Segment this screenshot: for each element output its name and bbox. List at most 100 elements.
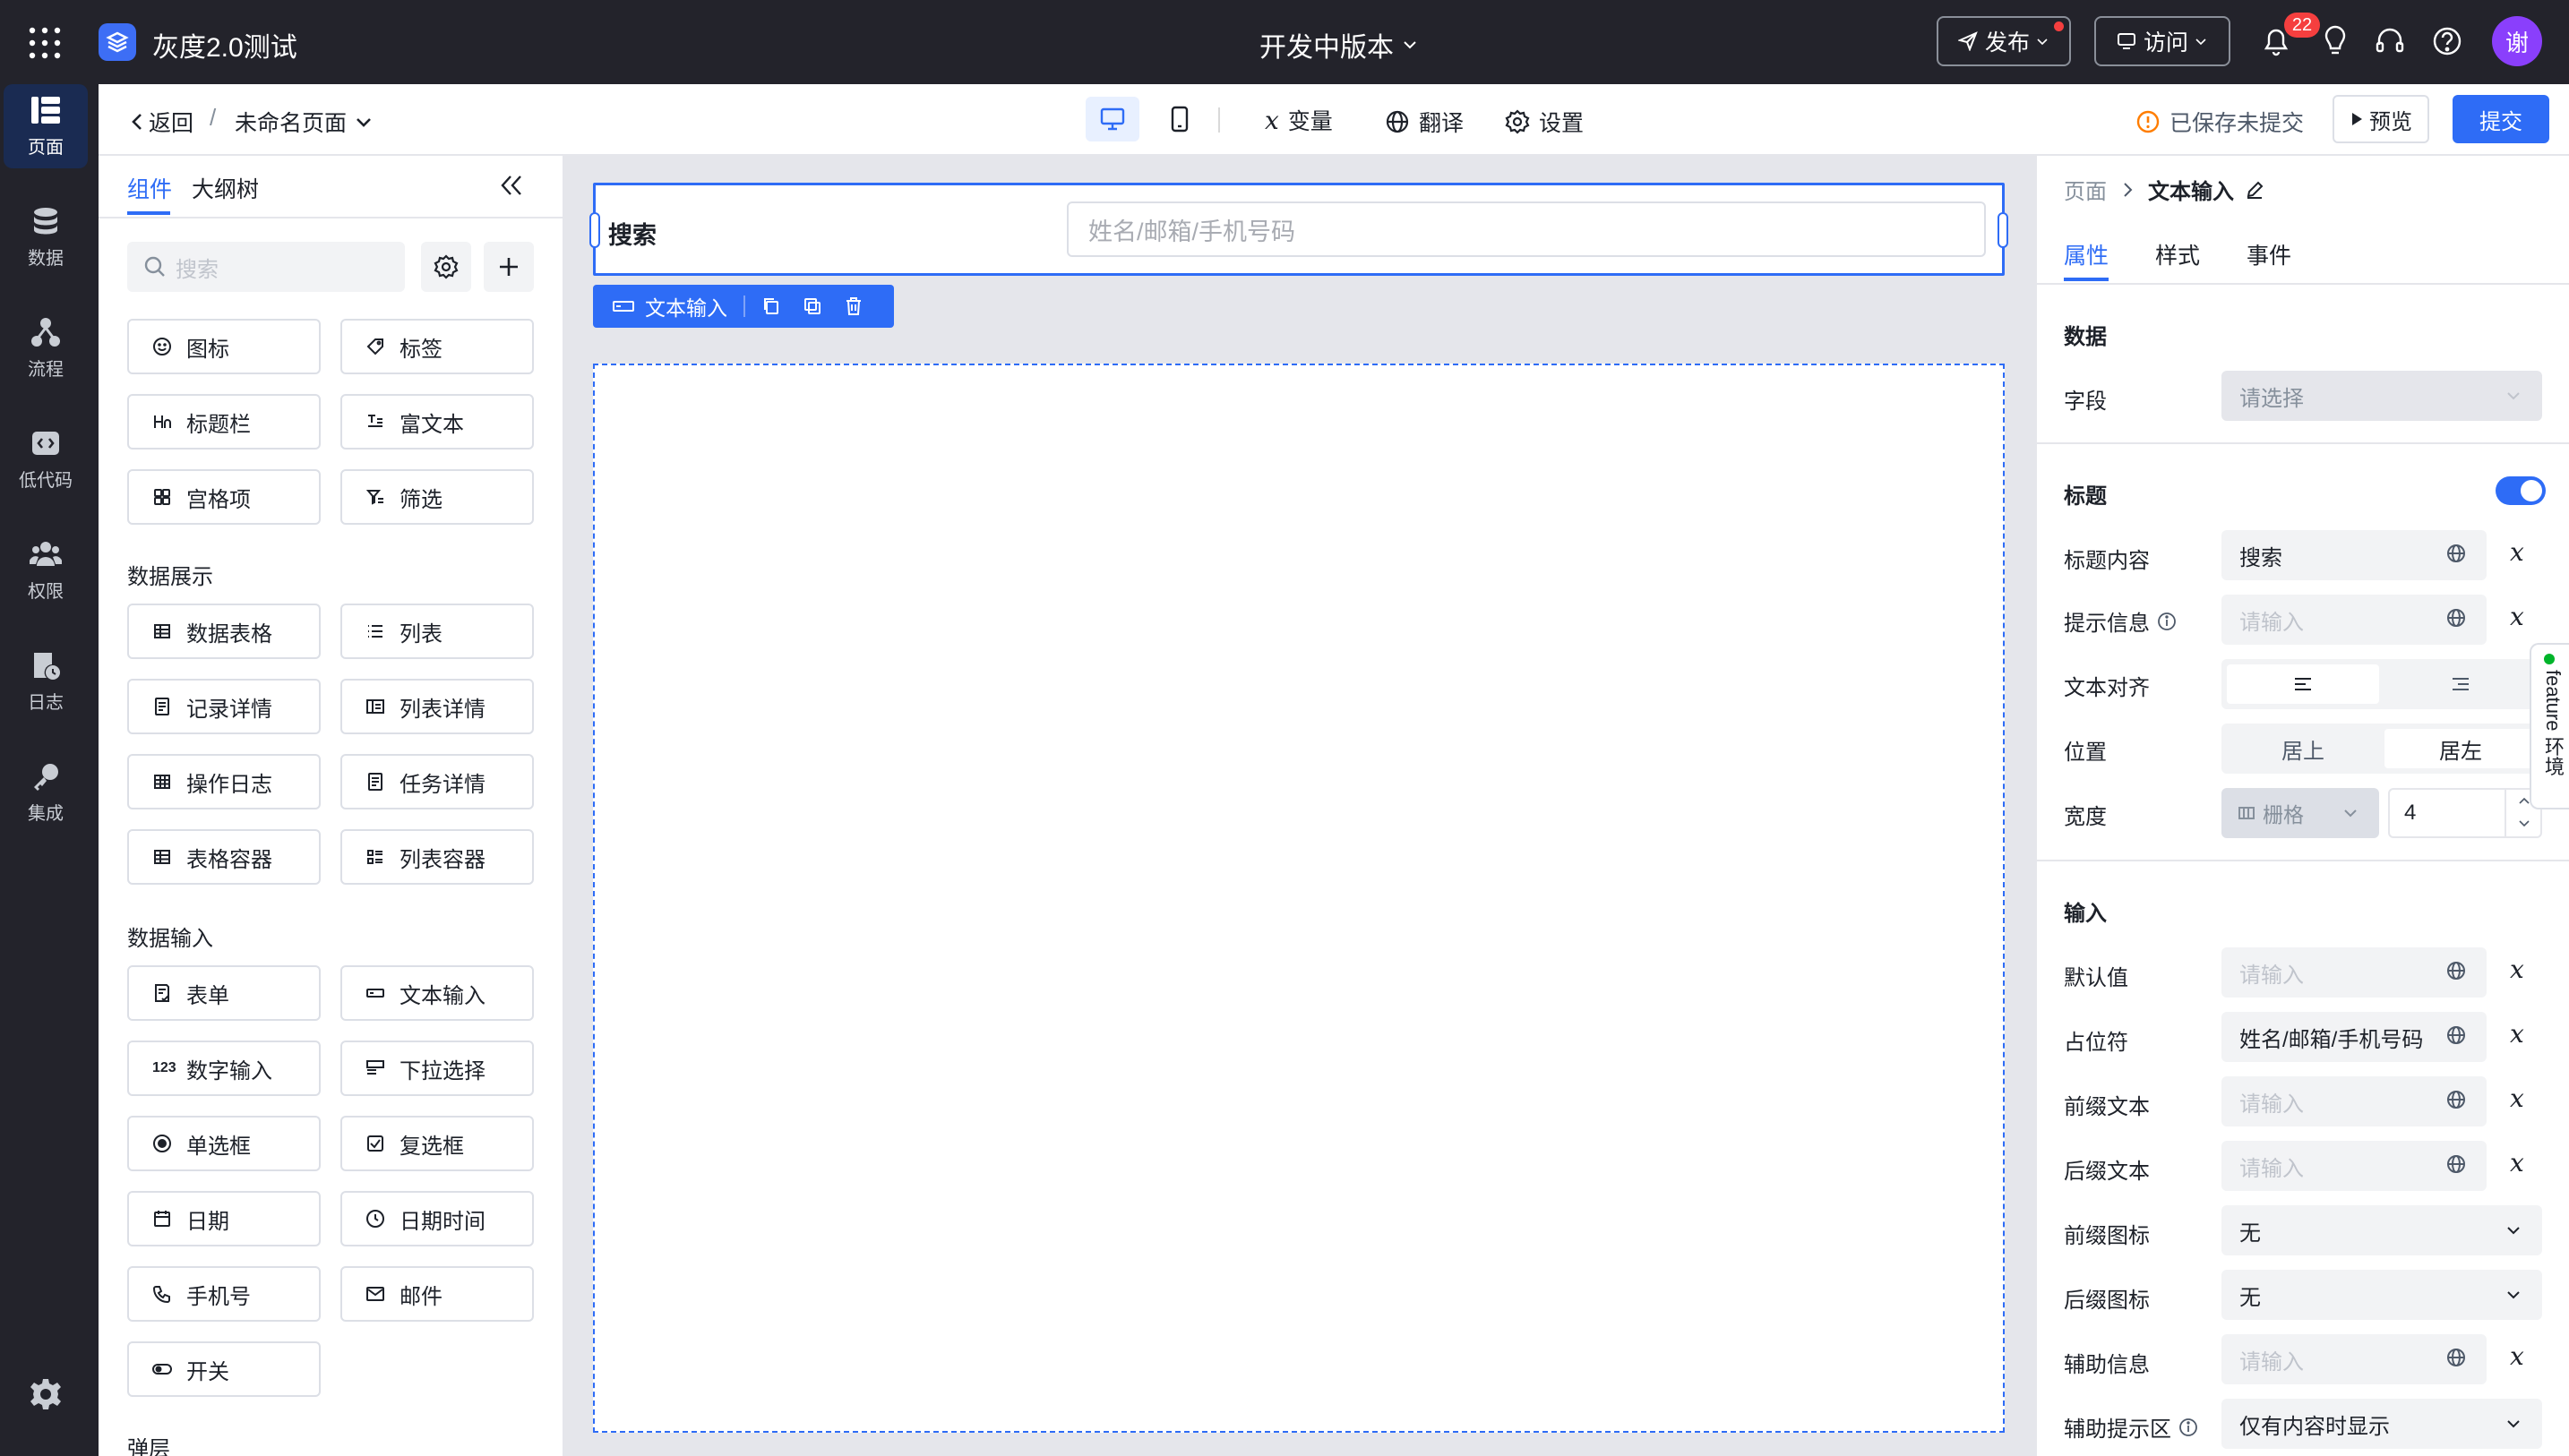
- nav-item-data[interactable]: 数据: [4, 195, 88, 279]
- canvas-drop-area[interactable]: [593, 364, 2005, 1433]
- placeholder-input[interactable]: 姓名/邮箱/手机号码: [2221, 1012, 2487, 1062]
- resize-handle-left[interactable]: [589, 212, 600, 248]
- mobile-view-button[interactable]: [1157, 97, 1202, 141]
- nav-item-permission[interactable]: 权限: [4, 528, 88, 612]
- nav-item-page[interactable]: 页面: [4, 84, 88, 168]
- component-table-container[interactable]: 表格容器: [127, 829, 321, 885]
- component-switch[interactable]: 开关: [127, 1341, 321, 1397]
- tab-events[interactable]: 事件: [2247, 238, 2291, 270]
- width-mode-select[interactable]: 栅格: [2221, 788, 2379, 838]
- duplicate-icon[interactable]: [803, 296, 822, 316]
- design-canvas[interactable]: 搜索 姓名/邮箱/手机号码 文本输入: [563, 156, 2035, 1456]
- selected-text-input-component[interactable]: 搜索 姓名/邮箱/手机号码: [589, 183, 2008, 276]
- component-email[interactable]: 邮件: [340, 1266, 534, 1322]
- delete-icon[interactable]: [844, 296, 863, 316]
- settings-button[interactable]: 设置: [1505, 106, 1584, 138]
- globe-icon[interactable]: [2445, 1024, 2469, 1048]
- component-filter[interactable]: 筛选: [340, 469, 534, 525]
- title-content-input[interactable]: 搜索: [2221, 530, 2487, 580]
- nav-item-log[interactable]: 日志: [4, 639, 88, 724]
- bulb-icon[interactable]: [2320, 25, 2350, 57]
- globe-icon[interactable]: [2445, 607, 2469, 630]
- tab-styles[interactable]: 样式: [2155, 238, 2200, 270]
- component-record-detail[interactable]: 记录详情: [127, 679, 321, 734]
- component-form[interactable]: 表单: [127, 965, 321, 1021]
- resize-handle-right[interactable]: [1998, 212, 2008, 248]
- visit-button[interactable]: 访问: [2094, 16, 2230, 66]
- tab-properties[interactable]: 属性: [2064, 238, 2109, 270]
- version-selector[interactable]: 开发中版本: [1259, 25, 1419, 64]
- component-search-input[interactable]: 搜索: [127, 242, 405, 292]
- aux-info-input[interactable]: 请输入: [2221, 1334, 2487, 1384]
- prefix-text-input[interactable]: 请输入: [2221, 1076, 2487, 1126]
- component-checkbox[interactable]: 复选框: [340, 1116, 534, 1171]
- chevron-down-icon[interactable]: [2517, 818, 2531, 829]
- suffix-text-input[interactable]: 请输入: [2221, 1141, 2487, 1191]
- publish-button[interactable]: 发布: [1937, 16, 2071, 66]
- page-name-selector[interactable]: 未命名页面: [235, 106, 374, 138]
- nav-item-lowcode[interactable]: 低代码: [4, 417, 88, 501]
- edit-icon[interactable]: [2245, 180, 2264, 200]
- title-toggle[interactable]: [2496, 476, 2546, 505]
- variable-icon[interactable]: 𝑥: [2510, 1019, 2524, 1049]
- position-left-option[interactable]: 居左: [2384, 729, 2537, 768]
- globe-icon[interactable]: [2445, 1089, 2469, 1112]
- component-grid-item[interactable]: 宫格项: [127, 469, 321, 525]
- variable-icon[interactable]: 𝑥: [2510, 1341, 2524, 1371]
- app-grid-icon[interactable]: [29, 27, 61, 59]
- field-select[interactable]: 请选择: [2221, 371, 2542, 421]
- component-phone[interactable]: 手机号: [127, 1266, 321, 1322]
- prefix-icon-select[interactable]: 无: [2221, 1205, 2542, 1255]
- variable-icon[interactable]: 𝑥: [2510, 602, 2524, 631]
- translate-button[interactable]: 翻译: [1385, 106, 1464, 138]
- component-dropdown-select[interactable]: 下拉选择: [340, 1041, 534, 1096]
- component-title-bar[interactable]: 标题栏: [127, 394, 321, 450]
- globe-icon[interactable]: [2445, 1347, 2469, 1370]
- globe-icon[interactable]: [2445, 543, 2469, 566]
- search-text-input[interactable]: 姓名/邮箱/手机号码: [1067, 201, 1986, 257]
- settings-gear-icon[interactable]: [29, 1377, 63, 1411]
- component-radio[interactable]: 单选框: [127, 1116, 321, 1171]
- default-value-input[interactable]: 请输入: [2221, 947, 2487, 998]
- suffix-icon-select[interactable]: 无: [2221, 1270, 2542, 1320]
- component-rich-text[interactable]: 富文本: [340, 394, 534, 450]
- tab-components[interactable]: 组件: [127, 172, 172, 204]
- align-right-option[interactable]: [2384, 664, 2537, 704]
- component-list-detail[interactable]: 列表详情: [340, 679, 534, 734]
- component-settings-button[interactable]: [421, 242, 471, 292]
- align-left-option[interactable]: [2227, 664, 2379, 704]
- component-date[interactable]: 日期: [127, 1191, 321, 1246]
- submit-button[interactable]: 提交: [2453, 95, 2549, 143]
- component-tag[interactable]: 标签: [340, 319, 534, 374]
- component-icon[interactable]: 图标: [127, 319, 321, 374]
- width-number-input[interactable]: 4: [2388, 788, 2542, 838]
- variable-icon[interactable]: 𝑥: [2510, 1083, 2524, 1113]
- back-button[interactable]: 返回: [129, 106, 193, 138]
- headset-icon[interactable]: [2374, 25, 2406, 57]
- variables-button[interactable]: 𝑥 变量: [1265, 104, 1333, 136]
- nav-item-integration[interactable]: 集成: [4, 750, 88, 835]
- globe-icon[interactable]: [2445, 960, 2469, 983]
- collapse-panel-icon[interactable]: [498, 174, 525, 197]
- info-icon[interactable]: [2157, 612, 2177, 631]
- component-number-input[interactable]: 123 数字输入: [127, 1041, 321, 1096]
- component-list[interactable]: 列表: [340, 604, 534, 659]
- component-data-table[interactable]: 数据表格: [127, 604, 321, 659]
- variable-icon[interactable]: 𝑥: [2510, 537, 2524, 567]
- help-icon[interactable]: [2431, 25, 2463, 57]
- component-list-container[interactable]: 列表容器: [340, 829, 534, 885]
- desktop-view-button[interactable]: [1086, 97, 1139, 141]
- tab-outline-tree[interactable]: 大纲树: [192, 172, 259, 204]
- position-top-option[interactable]: 居上: [2227, 729, 2379, 768]
- variable-icon[interactable]: 𝑥: [2510, 1148, 2524, 1178]
- aux-area-select[interactable]: 仅有内容时显示: [2221, 1399, 2542, 1449]
- component-text-input[interactable]: 文本输入: [340, 965, 534, 1021]
- copy-icon[interactable]: [761, 296, 781, 316]
- info-icon[interactable]: [2178, 1417, 2198, 1437]
- add-component-button[interactable]: [484, 242, 534, 292]
- component-datetime[interactable]: 日期时间: [340, 1191, 534, 1246]
- component-operation-log[interactable]: 操作日志: [127, 754, 321, 809]
- component-task-detail[interactable]: 任务详情: [340, 754, 534, 809]
- globe-icon[interactable]: [2445, 1153, 2469, 1177]
- hint-input[interactable]: 请输入: [2221, 595, 2487, 645]
